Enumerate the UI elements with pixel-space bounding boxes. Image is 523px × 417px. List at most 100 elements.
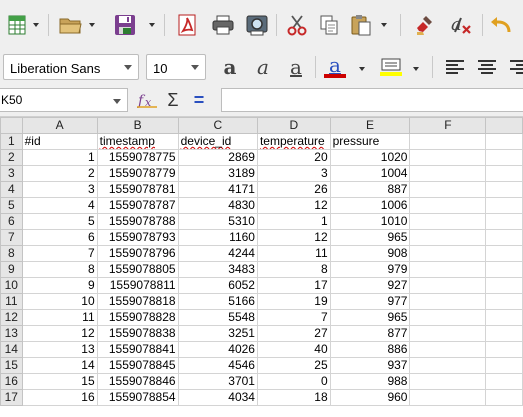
cell[interactable]: 1559078787	[96, 197, 179, 214]
open-dropdown-arrow[interactable]	[88, 18, 96, 32]
cell[interactable]: 12	[256, 229, 331, 246]
cell[interactable]	[409, 181, 487, 198]
italic-icon[interactable]: a	[250, 54, 276, 80]
cell[interactable]	[409, 245, 487, 262]
cell[interactable]: 1559078841	[96, 341, 179, 358]
cell[interactable]: 26	[256, 181, 331, 198]
font-color-icon[interactable]: a	[322, 54, 348, 80]
cell[interactable]: 1559078781	[96, 181, 179, 198]
cell[interactable]: 2869	[177, 149, 258, 166]
cell[interactable]	[409, 149, 487, 166]
cell[interactable]	[409, 229, 487, 246]
cell[interactable]: 8	[256, 261, 331, 278]
cell[interactable]: 1559078788	[96, 213, 179, 230]
cell[interactable]	[485, 373, 523, 390]
equals-icon[interactable]: =	[186, 84, 212, 116]
cell[interactable]: 3	[21, 181, 98, 198]
bold-icon[interactable]: a	[217, 54, 243, 80]
highlight-color-dropdown-arrow[interactable]	[412, 62, 420, 76]
cell[interactable]: 4830	[177, 197, 258, 214]
cell[interactable]: 5548	[177, 309, 258, 326]
column-header[interactable]: F	[409, 117, 487, 134]
cell[interactable]: 18	[256, 389, 331, 406]
cell[interactable]	[485, 197, 523, 214]
cell[interactable]: pressure	[329, 133, 411, 150]
function-wizard-icon[interactable]: fx	[134, 84, 162, 116]
row-header[interactable]: 14	[0, 341, 23, 358]
cell[interactable]: 3483	[177, 261, 258, 278]
cell[interactable]: 5	[21, 213, 98, 230]
cell[interactable]	[485, 309, 523, 326]
cell[interactable]	[485, 389, 523, 406]
cell[interactable]: 4026	[177, 341, 258, 358]
cell[interactable]	[409, 165, 487, 182]
row-header[interactable]: 10	[0, 277, 23, 294]
cell[interactable]: 4546	[177, 357, 258, 374]
cell[interactable]: 3251	[177, 325, 258, 342]
cell[interactable]: 887	[329, 181, 411, 198]
cell[interactable]: 4034	[177, 389, 258, 406]
column-header[interactable]: B	[96, 117, 179, 134]
cell[interactable]: 4	[21, 197, 98, 214]
cell[interactable]: 1559078838	[96, 325, 179, 342]
cell[interactable]: 17	[256, 277, 331, 294]
row-header[interactable]: 2	[0, 149, 23, 166]
cell[interactable]	[485, 149, 523, 166]
copy-icon[interactable]	[314, 8, 344, 42]
save-dropdown-arrow[interactable]	[148, 18, 156, 32]
cell[interactable]: 5166	[177, 293, 258, 310]
cell[interactable]	[485, 213, 523, 230]
paste-dropdown-arrow[interactable]	[380, 18, 388, 32]
cell[interactable]: 13	[21, 341, 98, 358]
open-folder-icon[interactable]	[56, 8, 86, 42]
cell[interactable]: 4244	[177, 245, 258, 262]
export-pdf-icon[interactable]	[172, 8, 202, 42]
cut-icon[interactable]	[282, 8, 312, 42]
cell[interactable]: 965	[329, 229, 411, 246]
cell[interactable]: 1006	[329, 197, 411, 214]
clone-formatting-icon[interactable]	[410, 8, 440, 42]
cell[interactable]	[409, 357, 487, 374]
cell[interactable]: 6	[21, 229, 98, 246]
cell[interactable]: 960	[329, 389, 411, 406]
cell[interactable]: 25	[256, 357, 331, 374]
row-header[interactable]: 3	[0, 165, 23, 182]
cell[interactable]	[485, 165, 523, 182]
spreadsheet-grid[interactable]: A B C D E F 1 #id timestamp device_id temper…	[0, 117, 523, 417]
cell[interactable]: 977	[329, 293, 411, 310]
cell[interactable]	[409, 309, 487, 326]
row-header[interactable]: 9	[0, 261, 23, 278]
formula-input[interactable]	[221, 88, 523, 112]
cell[interactable]: 1559078854	[96, 389, 179, 406]
cell[interactable]	[409, 293, 487, 310]
cell[interactable]: timestamp	[96, 133, 179, 150]
cell[interactable]: temperature	[256, 133, 331, 150]
cell[interactable]: 908	[329, 245, 411, 262]
cell[interactable]: 3701	[177, 373, 258, 390]
cell[interactable]	[485, 357, 523, 374]
cell[interactable]	[485, 181, 523, 198]
cell[interactable]: 1559078846	[96, 373, 179, 390]
select-all-corner[interactable]	[0, 117, 23, 134]
cell[interactable]: 12	[21, 325, 98, 342]
highlight-color-icon[interactable]	[378, 54, 404, 80]
cell[interactable]	[409, 261, 487, 278]
cell[interactable]: 927	[329, 277, 411, 294]
chevron-down-icon[interactable]	[191, 65, 199, 70]
cell[interactable]: 1559078805	[96, 261, 179, 278]
cell[interactable]: 1559078811	[96, 277, 179, 294]
cell[interactable]: 1559078796	[96, 245, 179, 262]
sum-icon[interactable]: Σ	[160, 84, 186, 116]
cell[interactable]	[409, 325, 487, 342]
cell[interactable]: 1020	[329, 149, 411, 166]
cell[interactable]: 10	[21, 293, 98, 310]
cell[interactable]: 11	[21, 309, 98, 326]
column-header[interactable]	[485, 117, 523, 134]
row-header[interactable]: 4	[0, 181, 23, 198]
chevron-down-icon[interactable]	[124, 65, 132, 70]
row-header[interactable]: 16	[0, 373, 23, 390]
cell[interactable]	[485, 133, 523, 150]
font-color-dropdown-arrow[interactable]	[358, 62, 366, 76]
cell[interactable]: 965	[329, 309, 411, 326]
cell[interactable]	[485, 293, 523, 310]
